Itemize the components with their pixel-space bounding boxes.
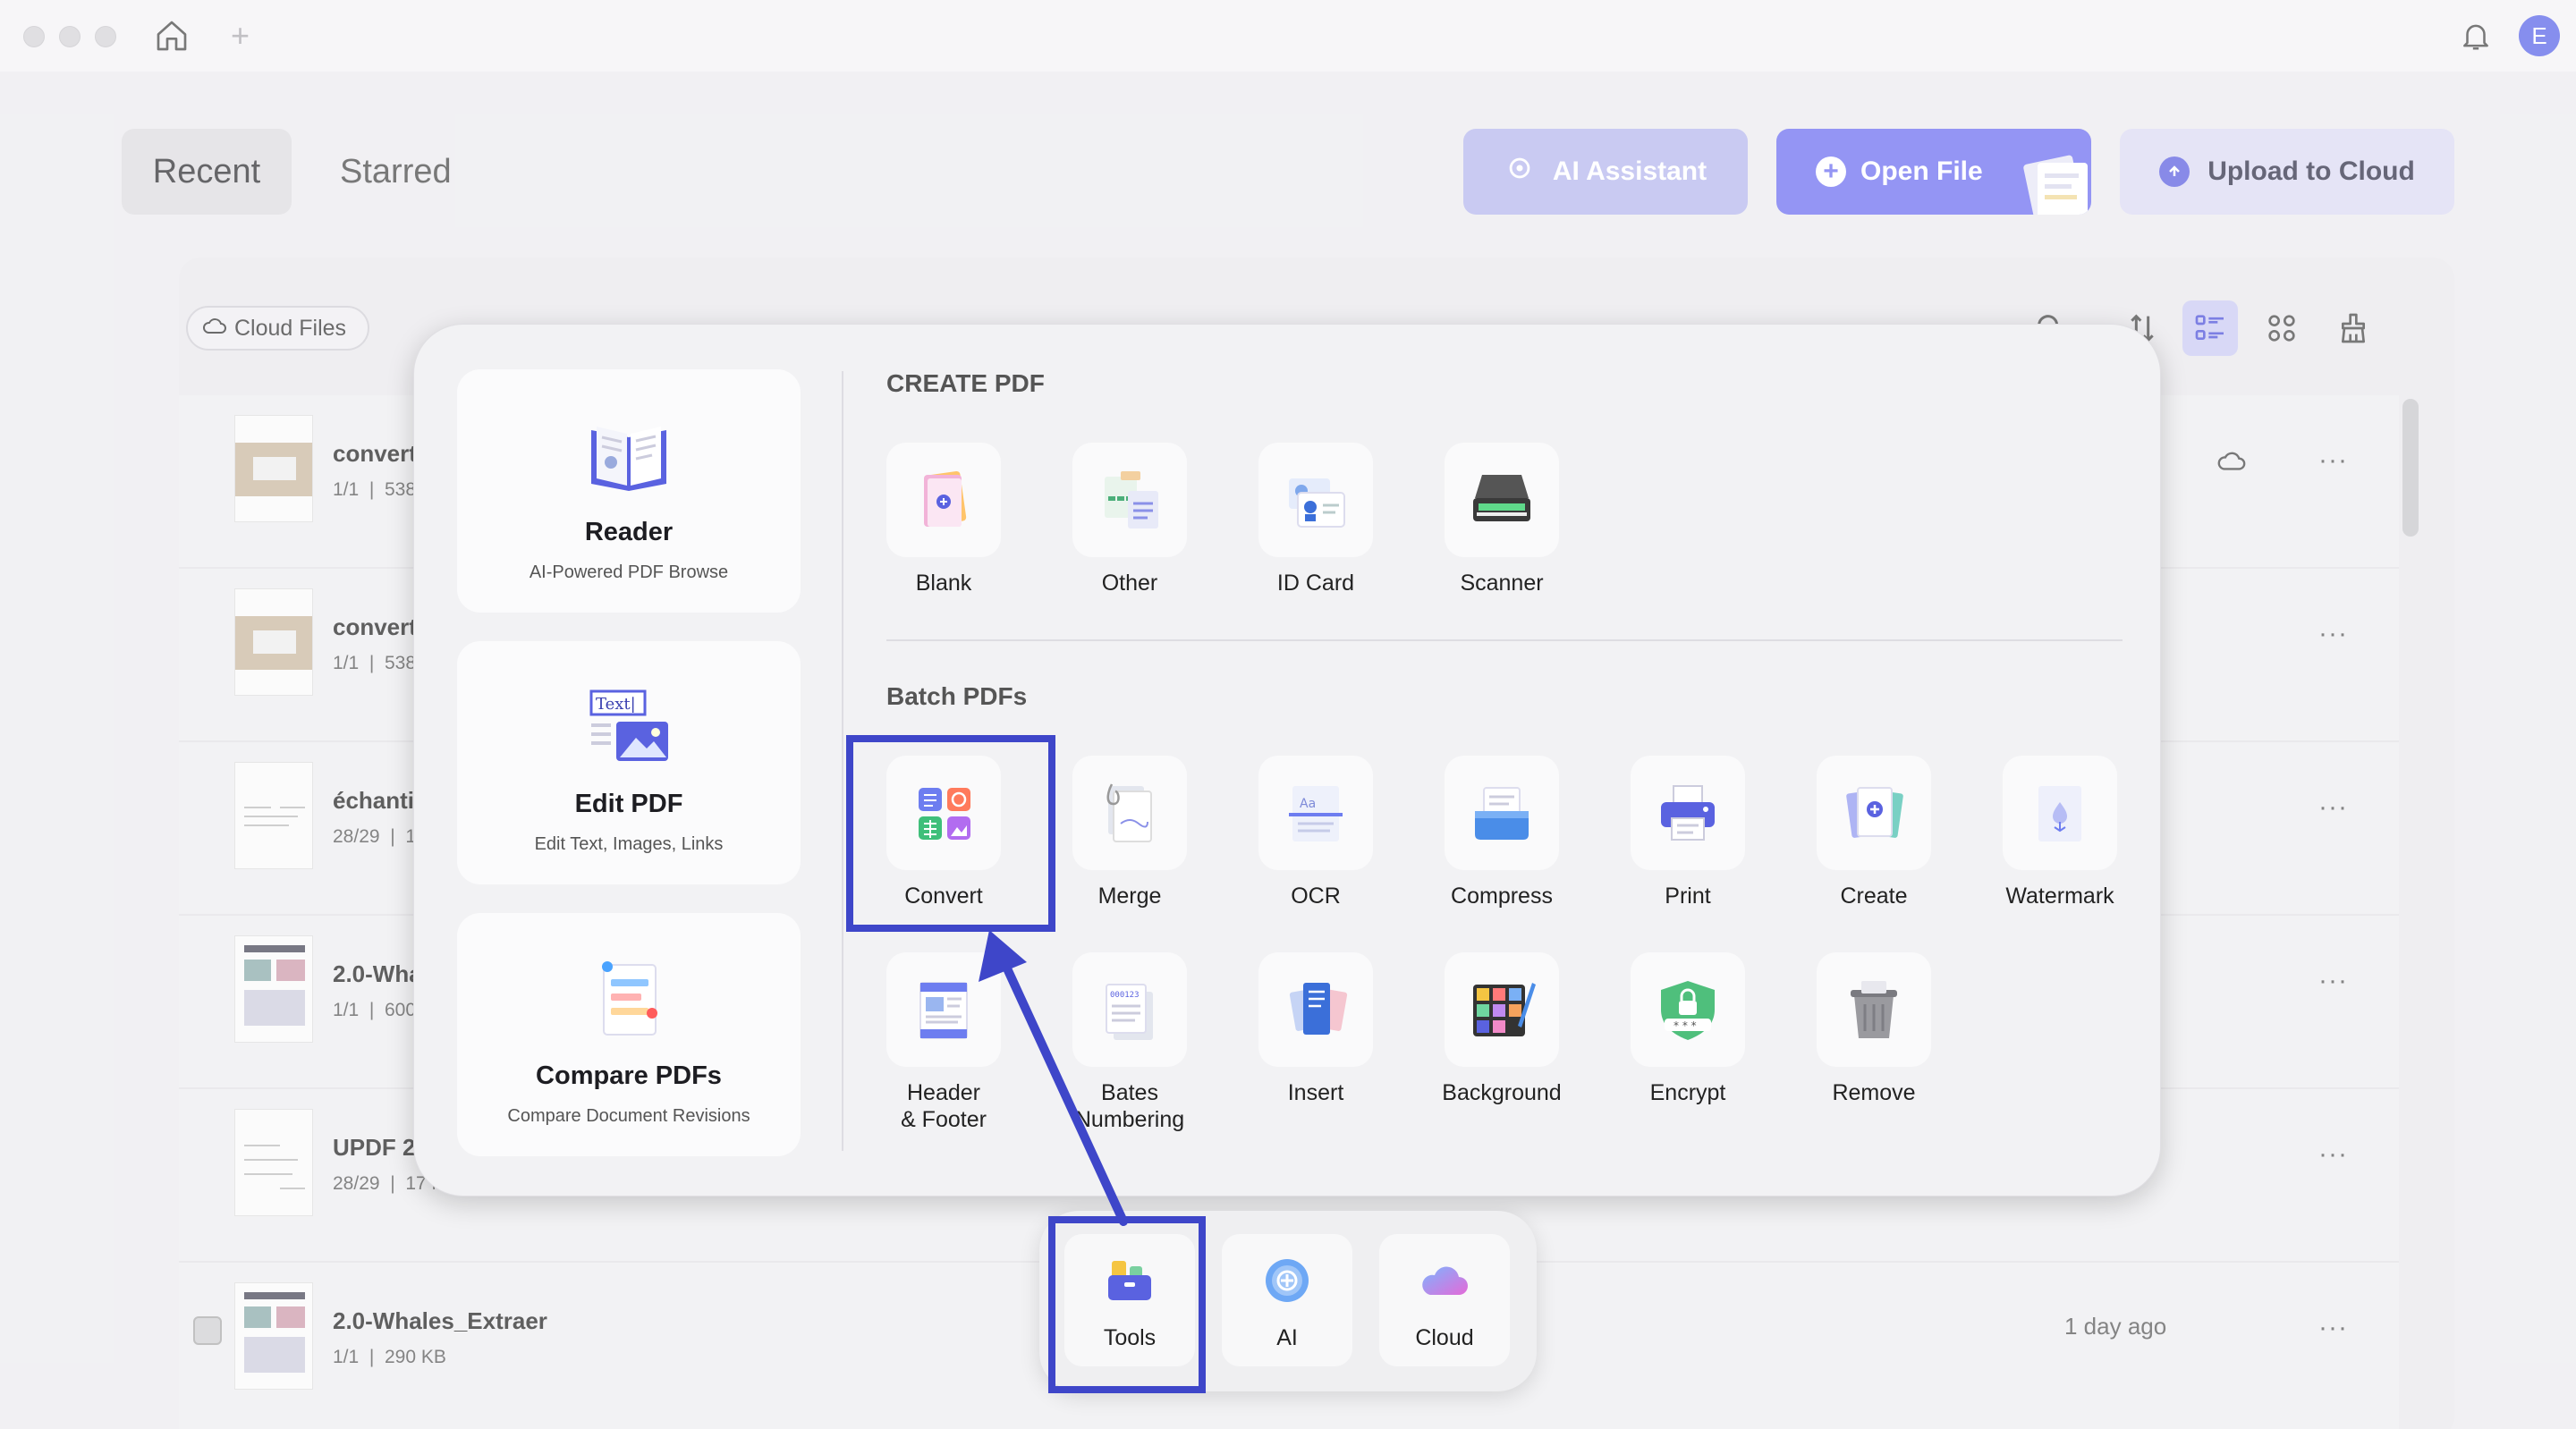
svg-text:* * *: * * *: [1674, 1019, 1697, 1032]
book-icon: [591, 427, 666, 491]
create-pdf-heading: CREATE PDF: [886, 369, 1045, 397]
dock-label: AI: [1276, 1325, 1298, 1350]
tool-label: Encrypt: [1649, 1080, 1726, 1105]
reader-card[interactable]: Reader AI-Powered PDF Browse: [457, 369, 801, 613]
tool-label: Insert: [1287, 1080, 1344, 1105]
id-card-icon: [1258, 443, 1373, 557]
compare-icon: [602, 961, 657, 1036]
tool-label: Print: [1665, 884, 1711, 909]
blank-icon: [886, 443, 1001, 557]
compare-pdfs-title: Compare PDFs: [536, 1061, 722, 1090]
tool-label: OCR: [1291, 884, 1341, 909]
trash-icon: [1817, 952, 1931, 1067]
background-palette-icon: [1445, 952, 1559, 1067]
tool-label: Watermark: [2005, 884, 2114, 909]
reader-title: Reader: [584, 518, 674, 546]
compare-pdfs-card[interactable]: Compare PDFs Compare Document Revisions: [457, 913, 801, 1156]
tool-label: Compress: [1451, 884, 1553, 909]
tool-label: Other: [1101, 571, 1158, 596]
horizontal-divider: [886, 639, 2123, 641]
edit-pdf-subtitle: Edit Text, Images, Links: [534, 834, 724, 854]
edit-pdf-title: Edit PDF: [574, 790, 683, 818]
batch-pdfs-heading: Batch PDFs: [886, 682, 1028, 710]
tool-label: Header & Footer: [901, 1080, 987, 1132]
bates-numbering-icon: 000123: [1072, 952, 1187, 1067]
other-formats-icon: [1072, 443, 1187, 557]
create-icon: [1817, 756, 1931, 870]
tool-label: Remove: [1832, 1080, 1916, 1105]
convert-highlight-box: [846, 735, 1055, 932]
edit-text-icon: Text|: [589, 689, 668, 761]
svg-text:Text|: Text|: [596, 695, 636, 714]
reader-subtitle: AI-Powered PDF Browse: [529, 562, 729, 582]
compare-pdfs-subtitle: Compare Document Revisions: [507, 1106, 750, 1126]
printer-icon: [1631, 756, 1745, 870]
tool-label: Create: [1840, 884, 1908, 909]
header-footer-icon: [886, 952, 1001, 1067]
ai-icon: [1266, 1259, 1309, 1302]
svg-text:Aa: Aa: [1300, 797, 1316, 811]
tool-label: Bates Numbering: [1074, 1080, 1185, 1132]
svg-text:000123: 000123: [1110, 991, 1140, 1000]
tool-label: ID Card: [1276, 571, 1355, 596]
tools-highlight-box: [1048, 1216, 1206, 1393]
compress-icon: [1445, 756, 1559, 870]
tool-label: Background: [1442, 1080, 1562, 1105]
dock-cloud-button[interactable]: Cloud: [1379, 1234, 1510, 1366]
ocr-icon: Aa: [1258, 756, 1373, 870]
edit-pdf-card[interactable]: Text| Edit PDF Edit Text, Images, Links: [457, 641, 801, 884]
vertical-divider: [842, 371, 843, 1151]
lock-shield-icon: * * *: [1631, 952, 1745, 1067]
tool-label: Scanner: [1460, 571, 1544, 596]
tools-popover: Reader AI-Powered PDF Browse Text| Edit …: [413, 324, 2161, 1196]
scanner-icon: [1445, 443, 1559, 557]
cloud-icon: [1422, 1266, 1468, 1295]
tool-label: Blank: [915, 571, 972, 596]
merge-icon: [1072, 756, 1187, 870]
watermark-icon: [2003, 756, 2117, 870]
dock-ai-button[interactable]: AI: [1222, 1234, 1352, 1366]
tool-label: Merge: [1097, 884, 1162, 909]
dock-label: Cloud: [1415, 1325, 1474, 1350]
insert-icon: [1258, 952, 1373, 1067]
